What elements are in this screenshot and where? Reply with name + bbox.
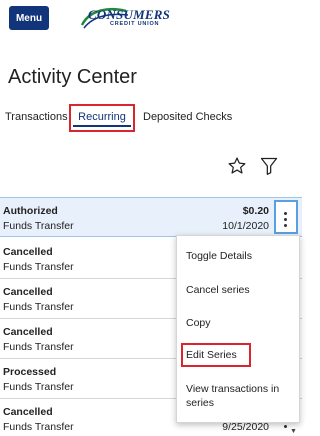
tab-recurring[interactable]: Recurring (69, 104, 135, 130)
more-options-icon[interactable] (274, 204, 296, 234)
row-type: Funds Transfer (3, 381, 74, 393)
row-type: Funds Transfer (3, 301, 74, 313)
row-type: Funds Transfer (3, 341, 74, 353)
row-amount: $0.20 (242, 205, 269, 217)
list-item[interactable]: Authorized Funds Transfer $0.20 10/1/202… (0, 197, 302, 237)
favorite-button[interactable] (227, 156, 247, 180)
active-tab-indicator (73, 125, 131, 127)
filter-button[interactable] (259, 156, 279, 180)
tab-bar: Transactions Recurring Deposited Checks (0, 104, 302, 134)
row-status: Cancelled (3, 326, 53, 338)
row-status: Cancelled (3, 406, 53, 418)
menu-item-edit-series[interactable]: Edit Series (177, 349, 299, 361)
row-status: Cancelled (3, 286, 53, 298)
scroll-down-icon[interactable]: ▼ (290, 428, 297, 435)
filter-icon (260, 157, 278, 175)
menu-item-toggle-details[interactable]: Toggle Details (177, 250, 299, 262)
menu-button[interactable]: Menu (9, 6, 49, 30)
menu-item-view-transactions[interactable]: View transactions in series (177, 382, 299, 410)
menu-item-cancel-series[interactable]: Cancel series (177, 284, 299, 296)
row-status: Processed (3, 366, 57, 378)
logo-subtitle: CREDIT UNION (110, 21, 160, 27)
tab-transactions[interactable]: Transactions (5, 104, 68, 130)
tab-deposited-checks[interactable]: Deposited Checks (143, 104, 232, 130)
row-type: Funds Transfer (3, 261, 74, 273)
top-bar: Menu CONSUMERS CREDIT UNION (0, 0, 302, 42)
context-menu: Toggle Details Cancel series Copy Edit S… (176, 235, 300, 423)
row-status: Cancelled (3, 246, 53, 258)
row-type: Funds Transfer (3, 421, 74, 433)
row-date: 10/1/2020 (222, 220, 269, 232)
tab-recurring-label: Recurring (78, 111, 126, 123)
consumers-logo[interactable]: CONSUMERS CREDIT UNION (80, 5, 210, 33)
row-type: Funds Transfer (3, 220, 74, 232)
star-icon (228, 157, 246, 174)
menu-item-copy[interactable]: Copy (177, 317, 299, 329)
row-status: Authorized (3, 205, 58, 217)
page-title: Activity Center (8, 66, 137, 88)
